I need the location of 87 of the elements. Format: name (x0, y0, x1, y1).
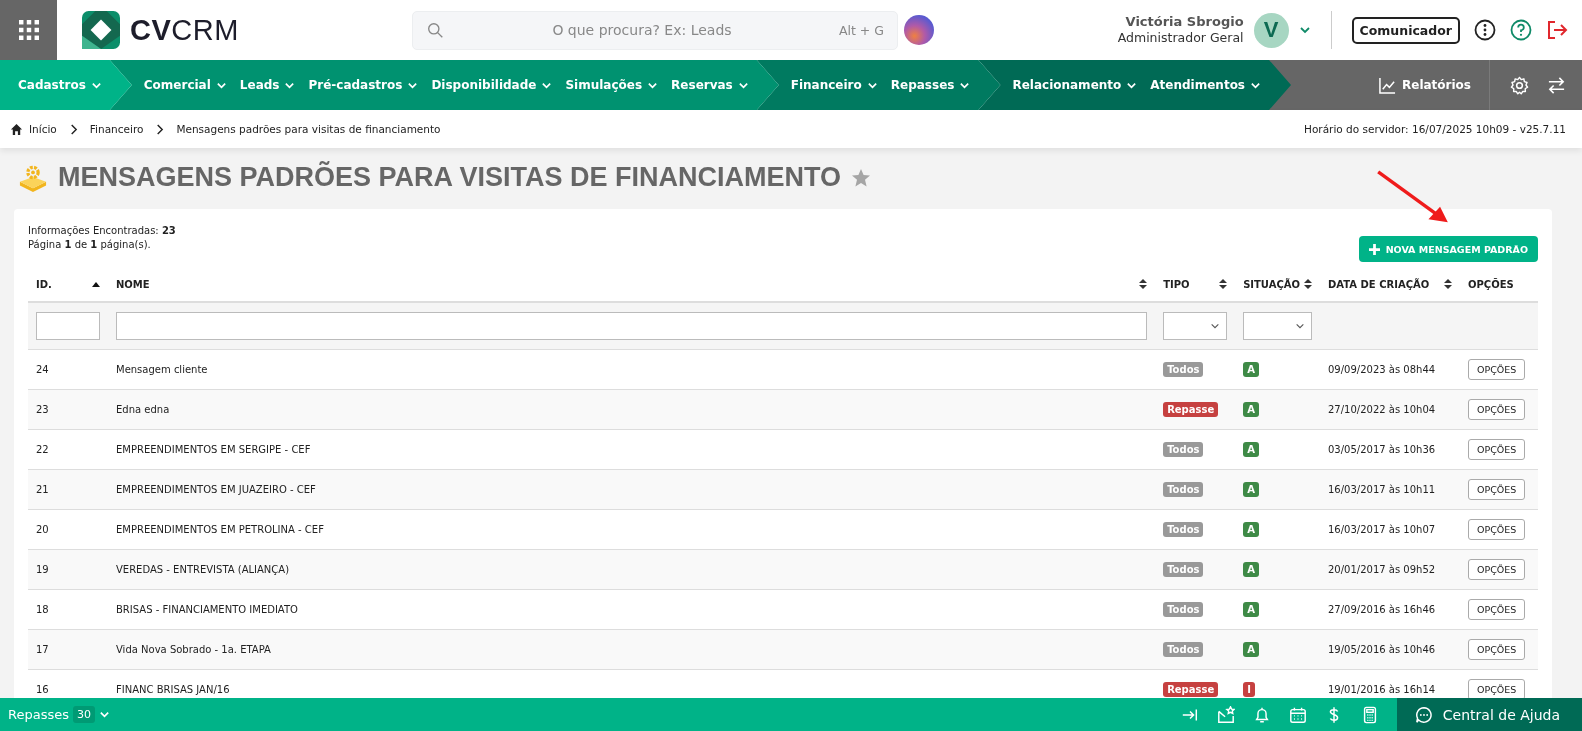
logo-text: CVCRM (130, 13, 239, 47)
options-button[interactable]: OPÇÕES (1468, 639, 1526, 660)
table-cell: 22 (36, 444, 49, 455)
page-title: MENSAGENS PADRÕES PARA VISITAS DE FINANCIAMENTO (58, 162, 842, 193)
options-button[interactable]: OPÇÕES (1468, 519, 1526, 540)
table-cell: 19 (36, 564, 49, 575)
column-header[interactable]: DATA DE CRIAÇÃO (1328, 278, 1430, 290)
table-cell: EMPREENDIMENTOS EM JUAZEIRO - CEF (116, 484, 316, 495)
options-button[interactable]: OPÇÕES (1468, 599, 1526, 620)
column-header[interactable]: ID. (36, 278, 52, 290)
user-role: Administrador Geral (1117, 30, 1244, 46)
server-time: Horário do servidor: 16/07/2025 10h09 - v25.7.11 (1304, 123, 1566, 135)
table-cell: EMPREENDIMENTOS EM SERGIPE - CEF (116, 444, 311, 455)
table-cell: 16/03/2017 às 10h07 (1328, 524, 1436, 535)
breadcrumb-link[interactable]: Financeiro (89, 123, 144, 135)
status-badge: A (1243, 562, 1259, 577)
options-button[interactable]: OPÇÕES (1468, 679, 1526, 700)
table-cell: 03/05/2017 às 10h36 (1328, 444, 1436, 455)
options-button[interactable]: OPÇÕES (1468, 479, 1526, 500)
type-badge: Todos (1163, 522, 1204, 537)
type-badge: Todos (1163, 602, 1204, 617)
type-badge: Todos (1163, 362, 1204, 377)
options-button[interactable]: OPÇÕES (1468, 439, 1526, 460)
column-header[interactable]: NOME (116, 278, 150, 290)
table-cell: 19/05/2016 às 10h46 (1328, 644, 1436, 655)
table-cell: 16 (36, 684, 49, 695)
type-badge: Todos (1163, 442, 1204, 457)
table-cell: 23 (36, 404, 49, 415)
shortcut-hint: Alt + G (838, 22, 884, 38)
status-badge: A (1243, 402, 1259, 417)
table-cell: BRISAS - FINANCIAMENTO IMEDIATO (116, 604, 298, 615)
bottom-bar-label: Repasses (8, 707, 69, 722)
status-badge: A (1243, 602, 1259, 617)
menu-item[interactable]: Leads (239, 78, 296, 92)
communicator-button[interactable]: Comunicador (1351, 16, 1460, 44)
type-badge: Repasse (1163, 402, 1219, 417)
menu-item[interactable]: Pré-cadastros (308, 78, 419, 92)
status-badge: A (1243, 522, 1259, 537)
table-cell: 20 (36, 524, 49, 535)
table-cell: 17 (36, 644, 49, 655)
breadcrumb-link[interactable]: Início (29, 123, 57, 135)
table-cell: 16/03/2017 às 10h11 (1328, 484, 1436, 495)
count-badge: 30 (73, 706, 95, 723)
options-button[interactable]: OPÇÕES (1468, 359, 1526, 380)
result-summary: Informações Encontradas: 23 (28, 224, 176, 238)
table-cell: 27/10/2022 às 10h04 (1328, 404, 1436, 415)
table-cell: EMPREENDIMENTOS EM PETROLINA - CEF (116, 524, 324, 535)
menu-item[interactable]: Financeiro (790, 78, 878, 92)
table-cell: FINANC BRISAS JAN/16 (116, 684, 230, 695)
table-cell: 09/09/2023 às 08h44 (1328, 364, 1436, 375)
menu-item[interactable]: Reservas (671, 78, 749, 92)
menu-item[interactable]: Simulações (565, 78, 659, 92)
status-badge: A (1243, 442, 1259, 457)
type-badge: Repasse (1163, 682, 1219, 697)
column-header[interactable]: TIPO (1163, 278, 1190, 290)
menu-item[interactable]: Atendimentos (1150, 78, 1261, 92)
column-header[interactable]: OPÇÕES (1468, 278, 1514, 290)
type-badge: Todos (1163, 562, 1204, 577)
reports-link[interactable]: Relatórios (1379, 76, 1471, 94)
help-center-button[interactable]: Central de Ajuda (1396, 698, 1582, 731)
table-cell: 19/01/2016 às 16h14 (1328, 684, 1436, 695)
user-name: Victória Sbrogio (1125, 14, 1244, 30)
column-header[interactable]: SITUAÇÃO (1243, 278, 1300, 290)
table-cell: Mensagem cliente (116, 364, 208, 375)
table-cell: 20/01/2017 às 09h52 (1328, 564, 1436, 575)
menu-item[interactable]: Relacionamento (1012, 78, 1138, 92)
options-button[interactable]: OPÇÕES (1468, 399, 1526, 420)
status-badge: A (1243, 482, 1259, 497)
menu-item[interactable]: Comercial (143, 78, 227, 92)
table-cell: Edna edna (116, 404, 170, 415)
table-cell: 18 (36, 604, 49, 615)
options-button[interactable]: OPÇÕES (1468, 559, 1526, 580)
breadcrumb-link[interactable]: Mensagens padrões para visitas de financiamento (176, 123, 441, 135)
table-cell: 21 (36, 484, 49, 495)
result-summary: Página 1 de 1 página(s). (28, 238, 152, 252)
table-cell: Vida Nova Sobrado - 1a. ETAPA (116, 644, 271, 655)
status-badge: I (1243, 682, 1255, 697)
status-badge: A (1243, 642, 1259, 657)
type-badge: Todos (1163, 482, 1204, 497)
menu-item[interactable]: Repasses (890, 78, 971, 92)
table-cell: 27/09/2016 às 16h46 (1328, 604, 1436, 615)
table-cell: 24 (36, 364, 49, 375)
table-cell: VEREDAS - ENTREVISTA (ALIANÇA) (116, 564, 290, 575)
user-avatar[interactable]: V (1253, 12, 1289, 48)
menu-item[interactable]: Disponibilidade (431, 78, 553, 92)
status-badge: A (1243, 362, 1259, 377)
type-badge: Todos (1163, 642, 1204, 657)
